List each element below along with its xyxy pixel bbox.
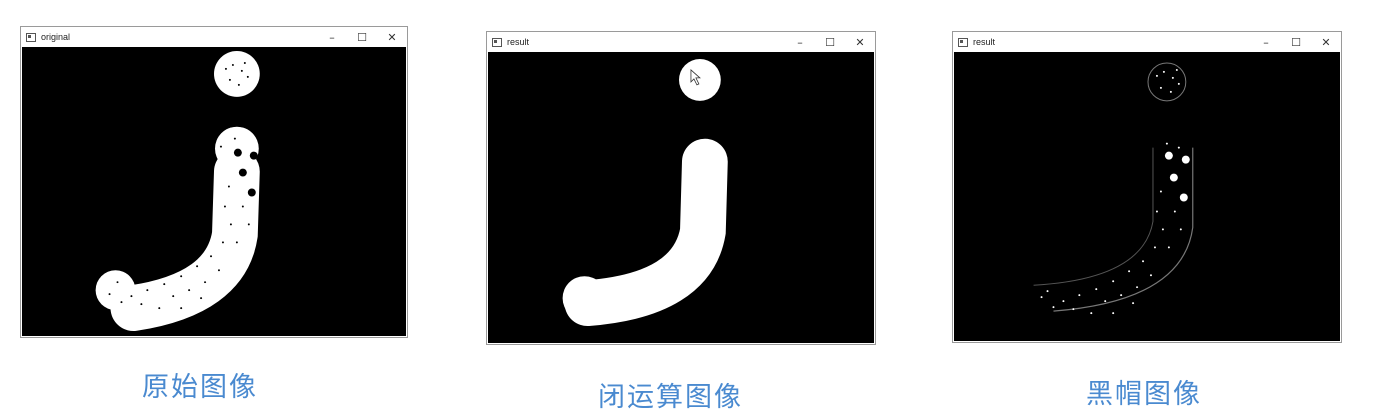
- window-closing-result: result – ☐ ✕: [486, 31, 876, 345]
- caption-original: 原始图像: [142, 372, 258, 403]
- caption-closing: 闭运算图像: [598, 382, 743, 413]
- blackhat-image: [1033, 62, 1194, 315]
- image-canvas: [954, 52, 1340, 341]
- maximize-icon[interactable]: ☐: [1281, 32, 1311, 52]
- original-image: [95, 50, 260, 332]
- minimize-icon[interactable]: –: [317, 27, 347, 47]
- app-icon: [26, 32, 36, 42]
- image-canvas: [488, 52, 874, 343]
- closing-image: [562, 58, 728, 327]
- minimize-icon[interactable]: –: [785, 32, 815, 52]
- close-icon[interactable]: ✕: [377, 27, 407, 47]
- maximize-icon[interactable]: ☐: [815, 32, 845, 52]
- window-title: result: [507, 37, 530, 47]
- close-icon[interactable]: ✕: [845, 32, 875, 52]
- image-canvas: [22, 47, 406, 336]
- titlebar[interactable]: original – ☐ ✕: [21, 27, 407, 47]
- minimize-icon[interactable]: –: [1251, 32, 1281, 52]
- window-blackhat-result: result – ☐ ✕: [952, 31, 1342, 343]
- app-icon: [492, 37, 502, 47]
- titlebar[interactable]: result – ☐ ✕: [487, 32, 875, 52]
- window-title: original: [41, 32, 71, 42]
- app-icon: [958, 37, 968, 47]
- caption-blackhat: 黑帽图像: [1086, 379, 1202, 410]
- titlebar[interactable]: result – ☐ ✕: [953, 32, 1341, 52]
- window-title: result: [973, 37, 996, 47]
- maximize-icon[interactable]: ☐: [347, 27, 377, 47]
- window-original: original – ☐ ✕: [20, 26, 408, 338]
- close-icon[interactable]: ✕: [1311, 32, 1341, 52]
